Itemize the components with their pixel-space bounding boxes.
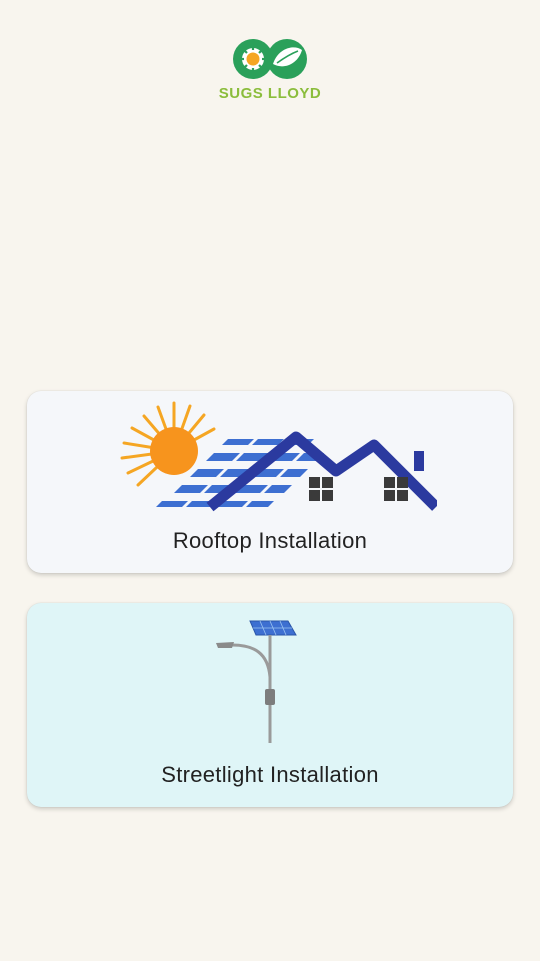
sun-and-leaf-icon: [233, 39, 307, 79]
solar-rooftop-house-icon: [120, 401, 437, 512]
brand-logo: SUGS LLOYD: [205, 36, 335, 108]
rooftop-installation-card[interactable]: Rooftop Installation: [27, 391, 513, 573]
streetlight-installation-label: Streetlight Installation: [161, 762, 379, 787]
solar-streetlight-icon: [216, 620, 297, 743]
brand-name: SUGS LLOYD: [218, 85, 322, 102]
streetlight-installation-card[interactable]: Streetlight Installation: [27, 603, 513, 807]
rooftop-installation-label: Rooftop Installation: [172, 528, 368, 553]
